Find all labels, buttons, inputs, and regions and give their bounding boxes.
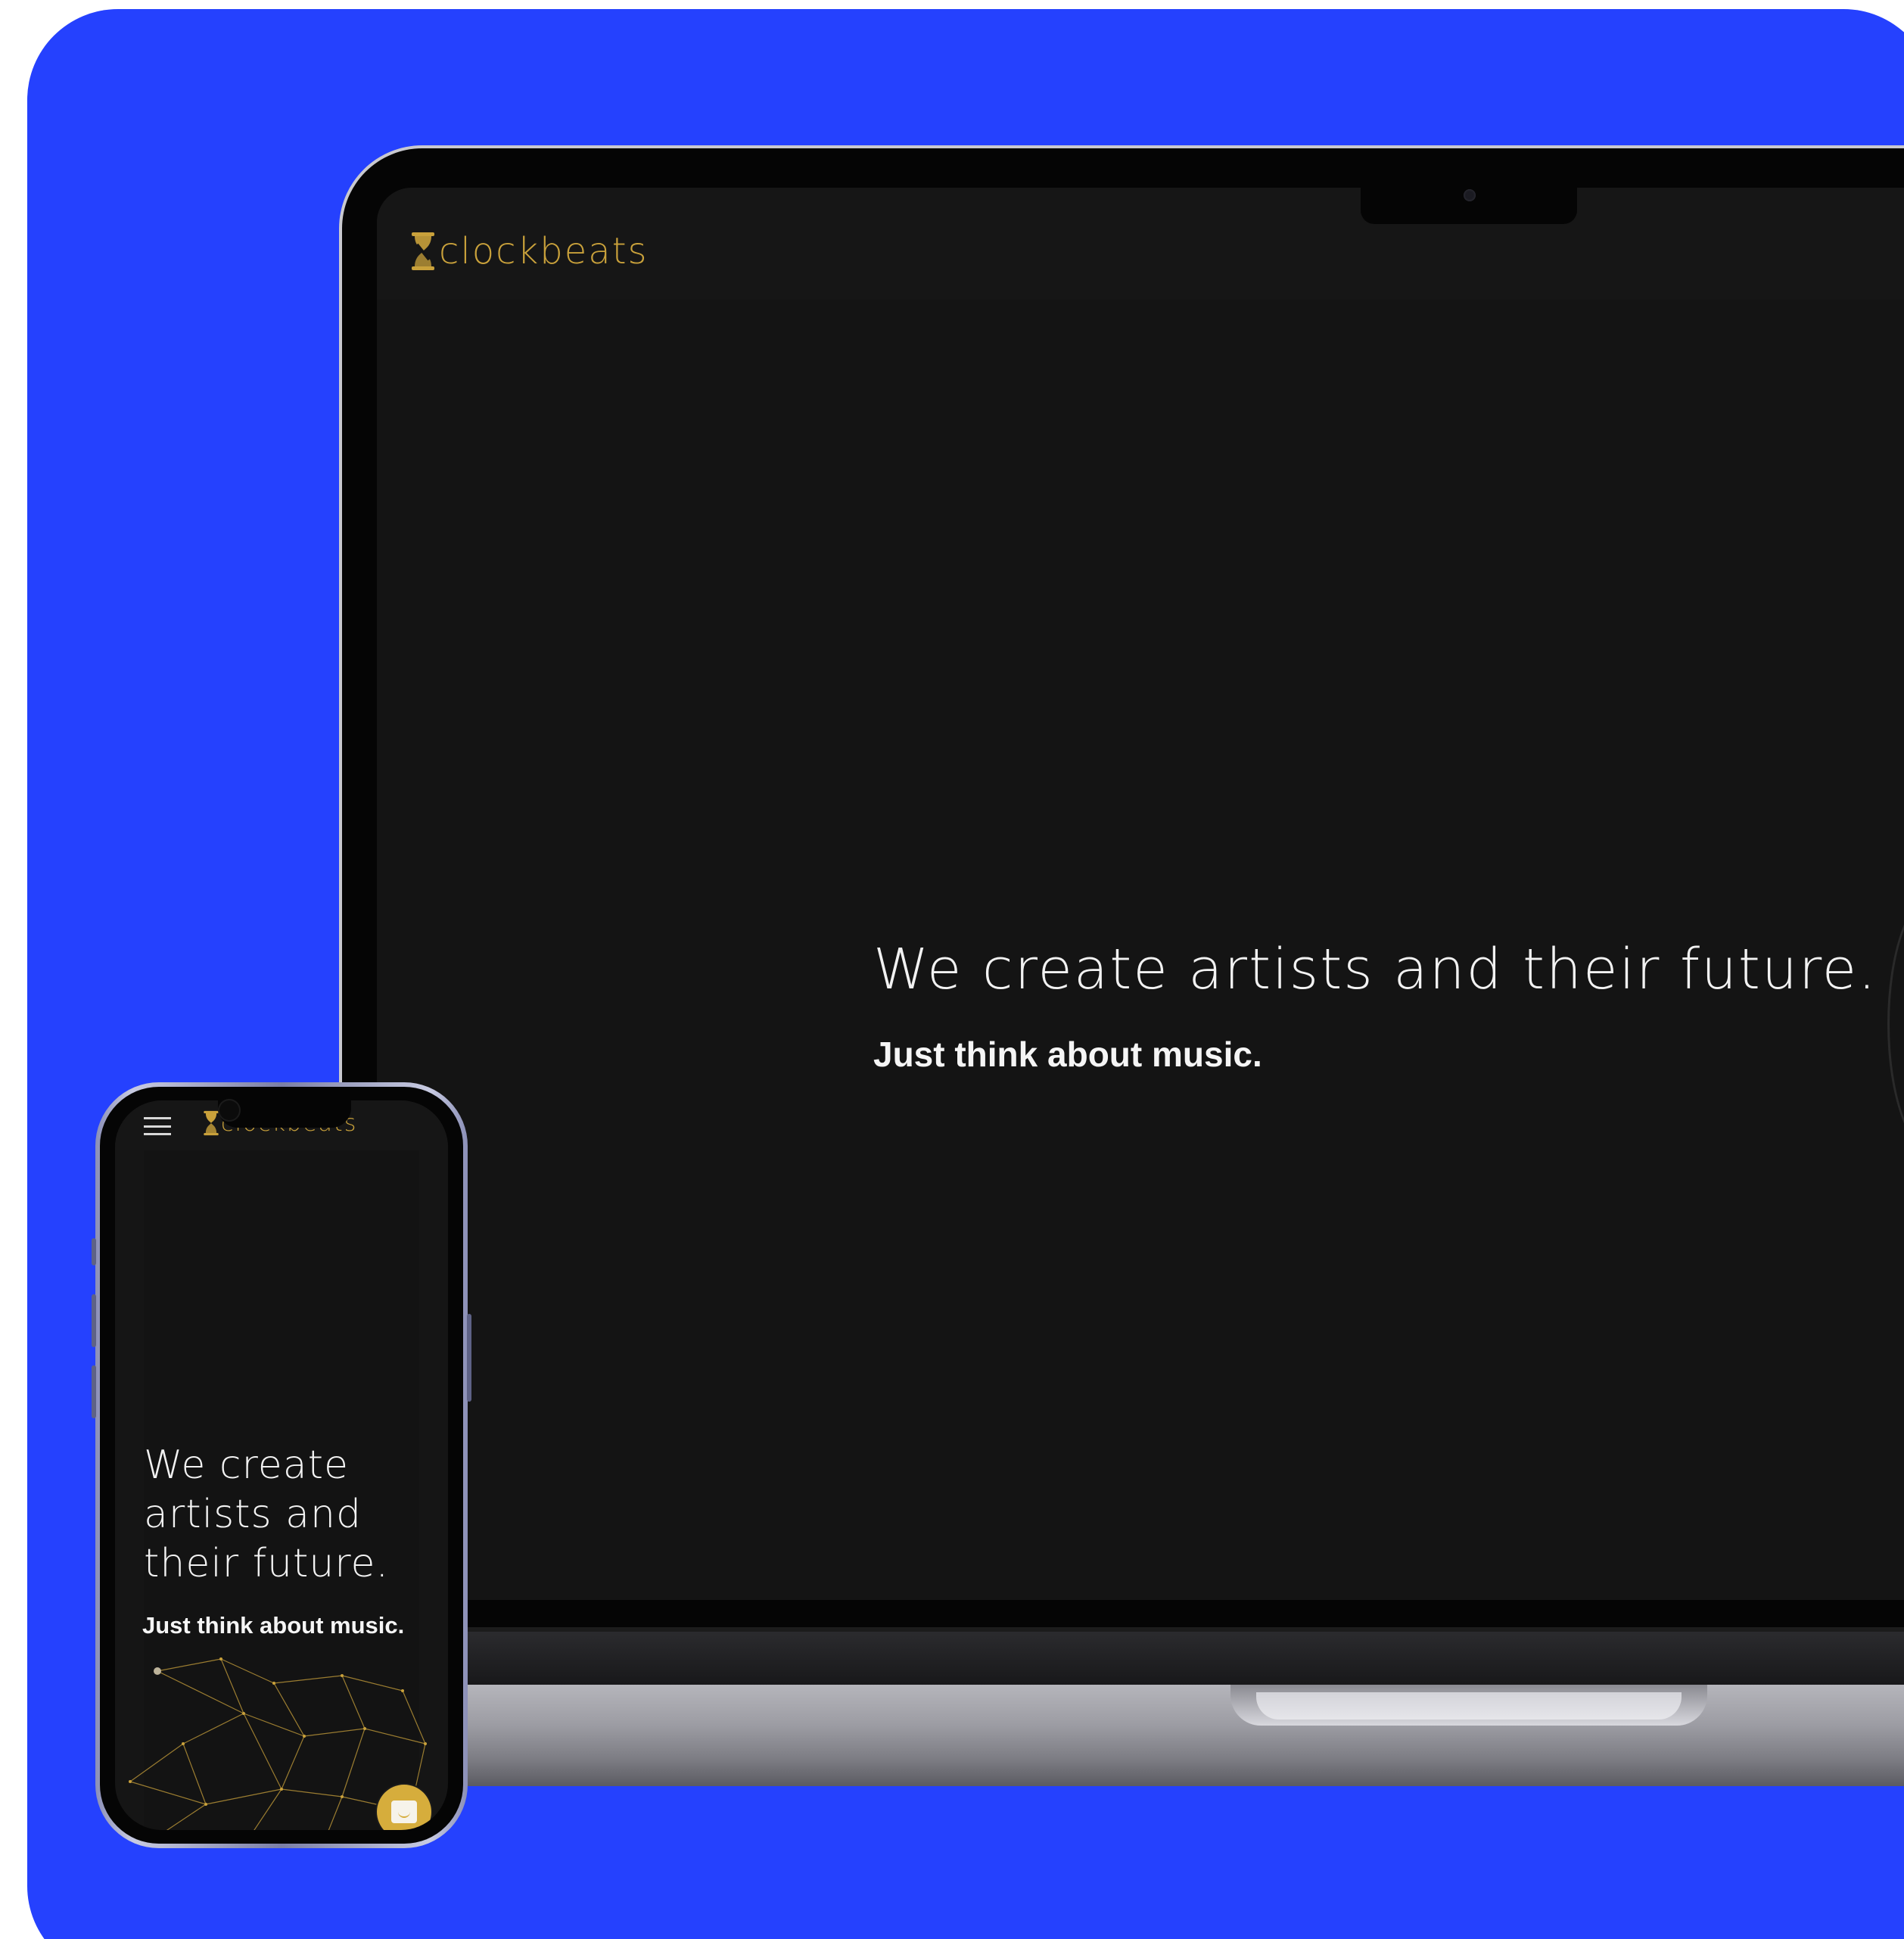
constellation-node	[272, 1682, 275, 1685]
constellation-line	[254, 1788, 282, 1830]
hourglass-icon	[410, 231, 436, 272]
phone-mute-switch	[92, 1238, 96, 1265]
phone-screen: clockbeats We create artists and their f…	[115, 1100, 448, 1830]
constellation-node	[154, 1667, 161, 1675]
constellation-node	[182, 1742, 185, 1745]
hero-tagline: Just think about music.	[873, 1035, 1262, 1074]
constellation-node	[303, 1735, 306, 1738]
constellation-line	[243, 1713, 282, 1790]
constellation-node	[280, 1788, 283, 1791]
webcam-icon	[1464, 189, 1476, 201]
constellation-line	[281, 1788, 343, 1797]
constellation-node	[129, 1780, 132, 1783]
constellation-line	[166, 1804, 207, 1830]
constellation-line	[243, 1713, 305, 1737]
constellation-line	[303, 1728, 366, 1737]
constellation-node	[424, 1742, 427, 1745]
laptop-screen: clockbeats We create artists and their f…	[377, 188, 1904, 1600]
constellation-line	[182, 1743, 207, 1805]
constellation-line	[129, 1781, 207, 1805]
constellation-line	[341, 1728, 366, 1797]
constellation-line	[205, 1788, 282, 1805]
constellation-line	[273, 1682, 305, 1737]
constellation-node	[242, 1712, 245, 1715]
constellation-line	[220, 1658, 244, 1714]
site-header: clockbeats	[377, 188, 1904, 300]
hourglass-icon	[203, 1110, 219, 1137]
constellation-line	[157, 1670, 244, 1714]
constellation-node	[341, 1674, 344, 1677]
constellation-line	[328, 1796, 343, 1830]
constellation-line	[341, 1675, 366, 1729]
brand-name: clockbeats	[439, 230, 649, 272]
phone-volume-down-button	[92, 1365, 96, 1418]
constellation-line	[157, 1658, 222, 1672]
constellation-line	[364, 1728, 426, 1744]
constellation-node	[219, 1657, 222, 1660]
constellation-line	[281, 1735, 305, 1790]
hero-headline: We create artists and their future.	[873, 937, 1878, 1002]
constellation-node	[401, 1689, 404, 1692]
laptop-groove-highlight	[1256, 1692, 1682, 1720]
brand-logo-link[interactable]: clockbeats	[410, 230, 649, 272]
chat-icon	[391, 1800, 417, 1823]
hamburger-menu-icon[interactable]	[144, 1117, 171, 1135]
constellation-line	[402, 1690, 426, 1744]
mobile-hero-headline: We create artists and their future.	[144, 1443, 390, 1586]
constellation-node	[204, 1803, 207, 1806]
laptop-hinge	[446, 1632, 1904, 1685]
phone-volume-up-button	[92, 1294, 96, 1347]
mobile-hero-tagline: Just think about music.	[142, 1612, 405, 1639]
constellation-node	[341, 1795, 344, 1798]
mockup-canvas: clockbeats We create artists and their f…	[0, 0, 1904, 1939]
phone-power-button	[467, 1314, 471, 1402]
constellation-line	[129, 1743, 184, 1782]
constellation-line	[182, 1713, 244, 1744]
constellation-line	[273, 1675, 343, 1684]
constellation-node	[363, 1727, 366, 1730]
front-camera-icon	[219, 1100, 239, 1120]
constellation-line	[220, 1658, 275, 1684]
constellation-line	[341, 1675, 403, 1692]
